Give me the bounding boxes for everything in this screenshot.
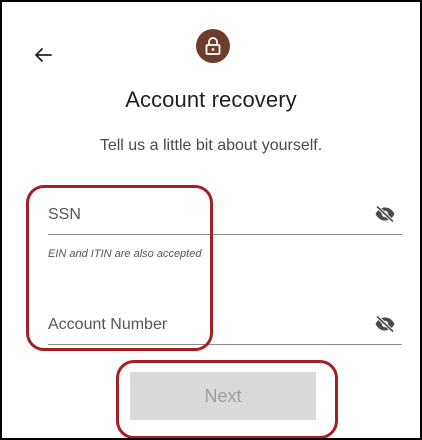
next-button[interactable]: Next — [130, 372, 316, 420]
arrow-left-icon — [35, 48, 52, 62]
account-number-visibility-toggle[interactable] — [374, 314, 396, 334]
ssn-field — [48, 198, 402, 235]
page-title: Account recovery — [125, 87, 297, 112]
eye-off-icon — [375, 315, 395, 333]
eye-off-icon — [375, 205, 395, 223]
ssn-helper-text: EIN and ITIN are also accepted — [48, 248, 202, 260]
back-button[interactable] — [28, 43, 58, 67]
page-subtitle: Tell us a little bit about yourself. — [99, 137, 323, 154]
lock-icon — [205, 37, 221, 55]
ssn-visibility-toggle[interactable] — [374, 204, 396, 224]
account-number-input[interactable] — [48, 308, 358, 342]
app-screen: Account recovery Tell us a little bit ab… — [0, 0, 422, 440]
ssn-input[interactable] — [48, 198, 358, 232]
lock-badge — [196, 29, 230, 63]
account-number-field — [48, 308, 402, 345]
